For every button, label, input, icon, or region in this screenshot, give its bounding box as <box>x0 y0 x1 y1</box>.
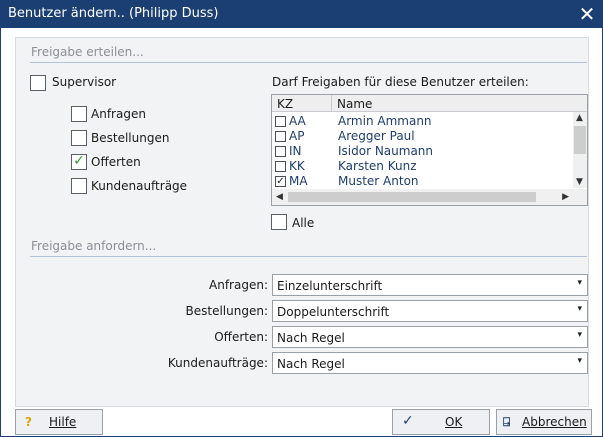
request-anfragen-select[interactable]: Einzelunterschrift ▾ <box>272 274 588 296</box>
column-separator[interactable] <box>331 95 332 112</box>
alle-label: Alle <box>292 216 315 230</box>
column-header-name[interactable]: Name <box>337 97 372 111</box>
user-list-title: Darf Freigaben für diese Benutzer erteil… <box>272 75 529 89</box>
perm-kundenauftraege-label: Kundenaufträge <box>91 179 188 193</box>
section-request-label: Freigabe anfordern... <box>31 239 157 253</box>
chevron-down-icon[interactable]: ▾ <box>577 304 582 314</box>
scrollbar-corner <box>573 189 587 205</box>
cancel-button-label: Abbrechen <box>522 415 587 429</box>
user-row-kk[interactable]: KK Karsten Kunz <box>272 159 572 174</box>
user-list[interactable]: KZ Name AA Armin Ammann AP Aregger Paul … <box>271 94 588 206</box>
window-title: Benutzer ändern.. (Philipp Duss) <box>8 6 219 21</box>
user-row-aa[interactable]: AA Armin Ammann <box>272 114 572 129</box>
question-mark-icon: ? <box>25 415 32 429</box>
select-value: Doppelunterschrift <box>277 305 390 319</box>
user-row-name: Muster Anton <box>338 174 419 188</box>
request-offerten-label: Offerten: <box>214 330 268 344</box>
select-value: Einzelunterschrift <box>277 279 383 293</box>
help-button-label: Hilfe <box>49 415 77 429</box>
close-icon[interactable]: ✕ <box>571 0 603 28</box>
perm-anfragen-label: Anfragen <box>91 107 146 121</box>
checkmark-icon: ✓ <box>402 413 414 429</box>
supervisor-checkbox[interactable] <box>30 75 46 91</box>
perm-bestellungen-label: Bestellungen <box>91 131 170 145</box>
request-kundenauftraege-select[interactable]: Nach Regel ▾ <box>272 352 588 374</box>
request-offerten-select[interactable]: Nach Regel ▾ <box>272 326 588 348</box>
user-row-ap[interactable]: AP Aregger Paul <box>272 129 572 144</box>
user-list-header: KZ Name <box>272 95 587 112</box>
cancel-button[interactable]: ⍈ Abbrechen <box>496 409 592 435</box>
dialog-body: Freigabe erteilen... Supervisor Anfragen… <box>0 28 603 437</box>
user-row-kz: IN <box>289 144 302 158</box>
select-value: Nach Regel <box>277 331 345 345</box>
user-row-kz: AA <box>289 114 306 128</box>
select-value: Nach Regel <box>277 357 345 371</box>
settings-panel: Freigabe erteilen... Supervisor Anfragen… <box>15 37 589 407</box>
title-bar: Benutzer ändern.. (Philipp Duss) ✕ <box>0 0 603 28</box>
chevron-down-icon[interactable]: ▾ <box>577 278 582 288</box>
user-row-kz: AP <box>289 129 305 143</box>
alle-checkbox[interactable] <box>271 214 287 230</box>
chevron-down-icon[interactable]: ▾ <box>577 330 582 340</box>
user-row-name: Armin Ammann <box>338 114 432 128</box>
supervisor-label: Supervisor <box>52 75 117 89</box>
user-row-in[interactable]: IN Isidor Naumann <box>272 144 572 159</box>
user-row-checkbox[interactable] <box>275 116 286 127</box>
perm-anfragen-checkbox[interactable] <box>71 106 87 122</box>
user-row-name: Isidor Naumann <box>338 144 434 158</box>
section-divider <box>30 62 587 63</box>
user-row-checkbox[interactable]: ✓ <box>275 176 286 187</box>
perm-bestellungen-checkbox[interactable] <box>71 130 87 146</box>
section-divider <box>30 256 587 257</box>
column-header-kz[interactable]: KZ <box>277 97 293 111</box>
user-row-name: Aregger Paul <box>338 129 415 143</box>
help-button[interactable]: ? Hilfe <box>15 409 103 435</box>
request-kundenauftraege-label: Kundenaufträge: <box>167 356 268 370</box>
perm-offerten-checkbox[interactable]: ✓ <box>71 154 87 170</box>
request-bestellungen-label: Bestellungen: <box>185 304 268 318</box>
ok-button[interactable]: ✓ OK <box>392 409 490 435</box>
user-row-checkbox[interactable] <box>275 146 286 157</box>
chevron-down-icon[interactable]: ▾ <box>577 356 582 366</box>
vertical-scroll-thumb[interactable] <box>574 126 586 154</box>
exit-door-icon: ⍈ <box>503 415 511 429</box>
section-grant-label: Freigabe erteilen... <box>31 45 144 59</box>
scroll-up-icon[interactable]: ▲ <box>576 113 583 123</box>
request-anfragen-label: Anfragen: <box>209 278 268 292</box>
user-row-kz: KK <box>289 159 305 173</box>
user-row-checkbox[interactable] <box>275 131 286 142</box>
scroll-right-icon[interactable]: ▶ <box>562 192 569 202</box>
user-row-name: Karsten Kunz <box>338 159 417 173</box>
user-row-ma[interactable]: ✓ MA Muster Anton <box>272 174 572 189</box>
request-bestellungen-select[interactable]: Doppelunterschrift ▾ <box>272 300 588 322</box>
perm-kundenauftraege-checkbox[interactable] <box>71 178 87 194</box>
horizontal-scroll-thumb[interactable] <box>288 192 536 202</box>
perm-offerten-label: Offerten <box>91 155 141 169</box>
scroll-left-icon[interactable]: ◀ <box>276 192 283 202</box>
user-row-checkbox[interactable] <box>275 161 286 172</box>
user-row-kz: MA <box>289 174 308 188</box>
horizontal-scrollbar[interactable]: ◀ ▶ <box>272 189 573 205</box>
scroll-down-icon[interactable]: ▼ <box>576 177 583 187</box>
ok-button-label: OK <box>445 415 463 429</box>
vertical-scrollbar[interactable]: ▲ ▼ <box>573 112 587 188</box>
